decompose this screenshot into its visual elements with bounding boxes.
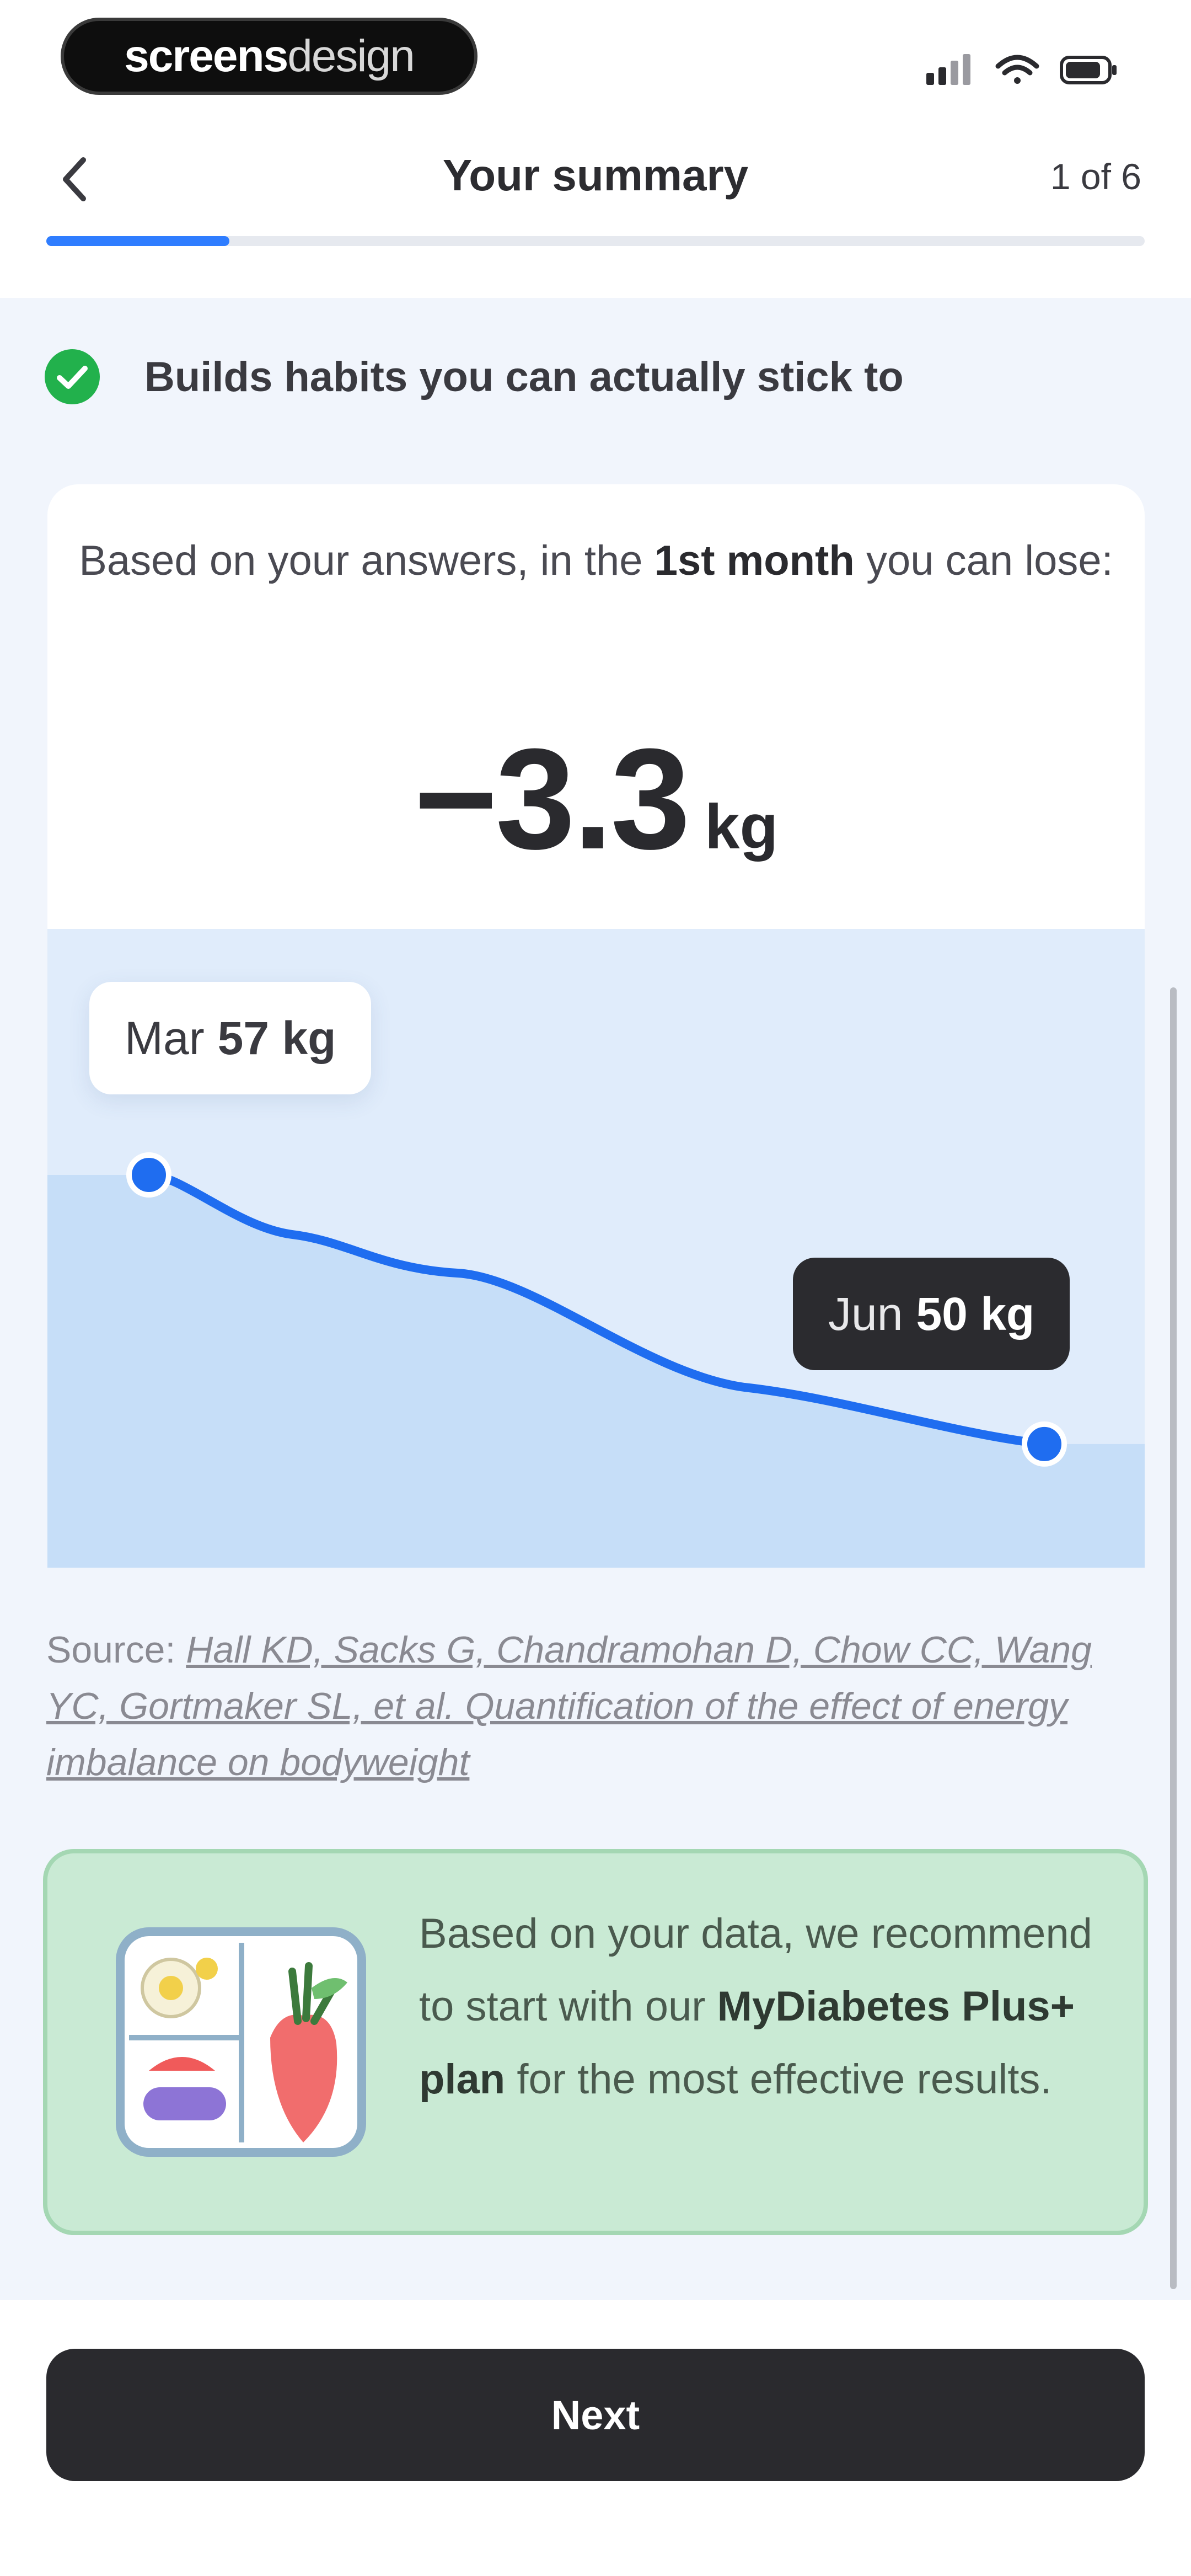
signal-icon bbox=[926, 54, 970, 85]
battery-icon bbox=[1060, 56, 1117, 84]
summary-intro-pre: Based on your answers, in the bbox=[79, 537, 643, 584]
back-button[interactable] bbox=[50, 149, 99, 210]
chart-end-month: Jun bbox=[828, 1287, 903, 1340]
chart-area-fill bbox=[47, 1175, 1145, 1568]
status-icons bbox=[926, 54, 1117, 85]
habit-text: Builds habits you can actually stick to bbox=[144, 354, 904, 400]
scrollbar[interactable] bbox=[1170, 987, 1177, 2289]
brand-logo-bold: screens bbox=[124, 31, 288, 81]
summary-intro-post: you can lose: bbox=[866, 537, 1113, 584]
recommendation-text-post: for the most effective results. bbox=[517, 2056, 1052, 2103]
next-button[interactable]: Next bbox=[46, 2349, 1145, 2481]
chart-end-label: Jun 50 kg bbox=[793, 1258, 1070, 1370]
meal-plate-illustration bbox=[116, 1927, 366, 2157]
source-label: Source: bbox=[46, 1629, 176, 1671]
source-link[interactable]: Hall KD, Sacks G, Chandramohan D, Chow C… bbox=[46, 1629, 1092, 1783]
chart-start-point bbox=[126, 1152, 171, 1198]
chart-end-point bbox=[1022, 1421, 1067, 1467]
chart-start-value: 57 kg bbox=[217, 1012, 336, 1064]
source-citation: Source: Hall KD, Sacks G, Chandramohan D… bbox=[46, 1622, 1105, 1791]
summary-intro-bold: 1st month bbox=[654, 537, 855, 584]
page-title: Your summary bbox=[442, 151, 749, 200]
recommendation-text: Based on your data, we recommend to star… bbox=[419, 1898, 1108, 2116]
wifi-icon bbox=[995, 55, 1039, 84]
chart-end-value: 50 kg bbox=[916, 1287, 1035, 1340]
chart-start-label: Mar 57 kg bbox=[89, 982, 372, 1094]
step-counter: 1 of 6 bbox=[1050, 156, 1141, 197]
progress-bar-fill bbox=[46, 236, 230, 246]
weight-loss-number: −3.3 bbox=[414, 719, 690, 879]
weight-loss-unit: kg bbox=[705, 792, 779, 862]
chevron-left-icon bbox=[63, 157, 86, 201]
check-circle-icon bbox=[45, 349, 100, 404]
summary-intro: Based on your answers, in the 1st month … bbox=[47, 530, 1145, 592]
weight-loss-value: −3.3 kg bbox=[47, 717, 1145, 882]
chart-start-month: Mar bbox=[125, 1012, 205, 1064]
brand-logo-light: design bbox=[287, 31, 415, 81]
brand-logo: screens design bbox=[61, 18, 478, 95]
